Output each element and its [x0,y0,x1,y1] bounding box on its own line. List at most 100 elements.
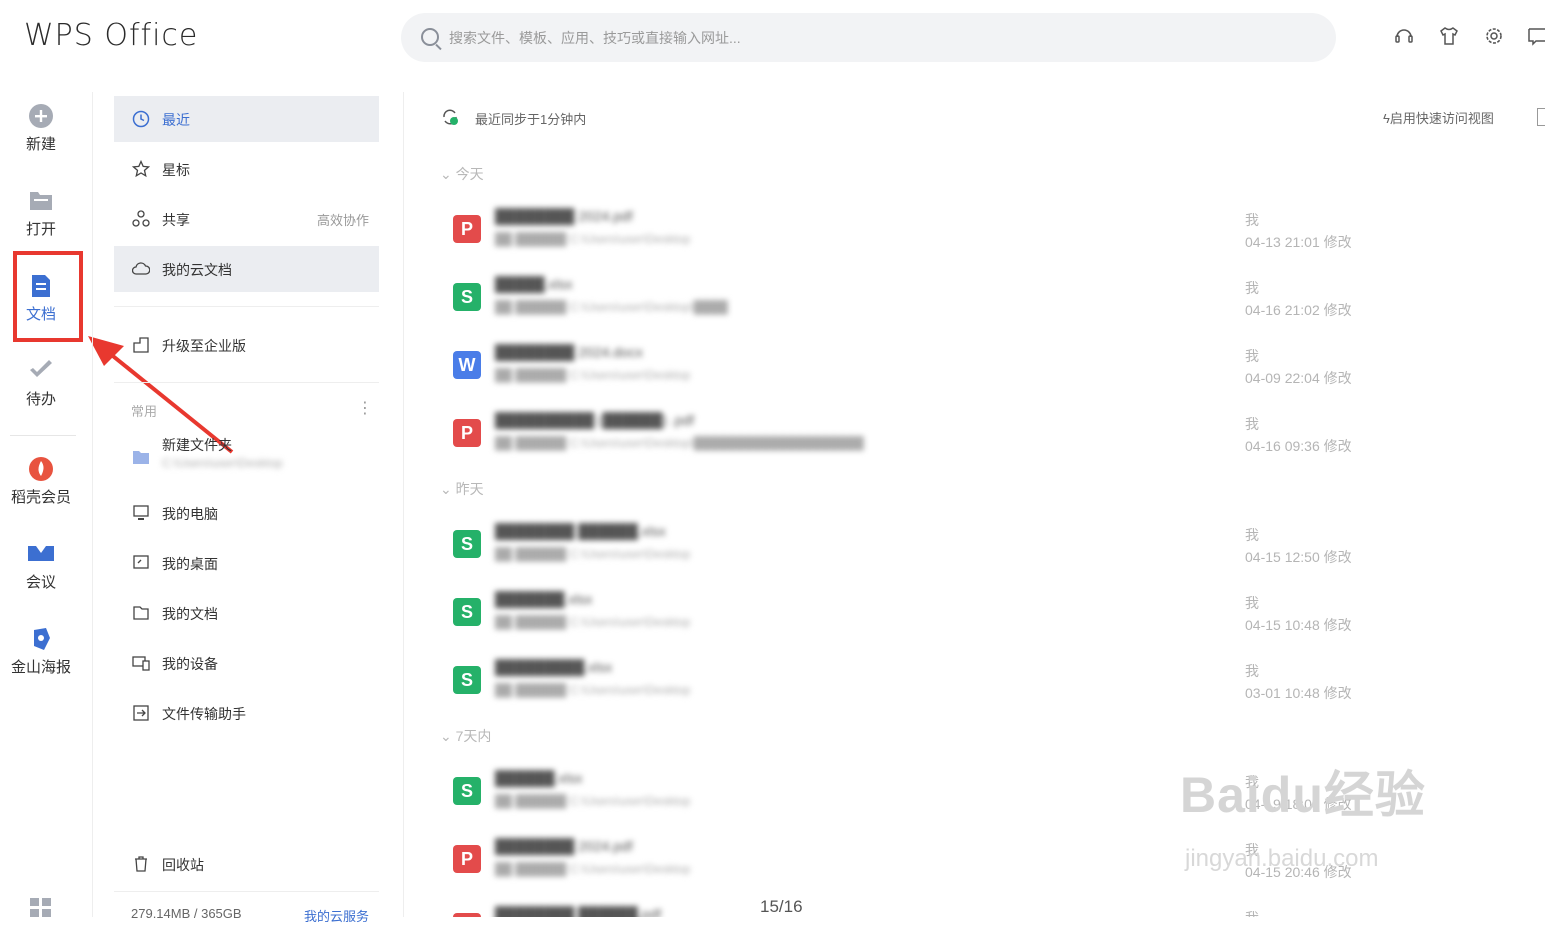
file-row[interactable]: P ████████ ██████.pdf 我 [440,898,1390,917]
rail-meeting-label: 会议 [25,574,56,591]
nav-my-pc-label: 我的电脑 [162,506,218,522]
group-yesterday-label: 昨天 [455,481,484,497]
todo-check-icon [30,360,52,377]
file-name-blurred: ████████ ██████.pdf [495,906,662,917]
search-icon [421,28,439,46]
rail-open-label: 打开 [25,221,56,238]
nav-my-docs[interactable]: 我的文档 [114,590,379,636]
pdf-file-icon: P [453,419,481,447]
word-file-icon: W [453,351,481,379]
nav-shared-label: 共享 [162,212,190,228]
rail-todo-button[interactable]: 待办 [0,358,82,409]
group-week[interactable]: ⌄ 7天内 [440,726,491,746]
feedback-icon[interactable] [1527,25,1545,47]
nav-recent-label: 最近 [162,112,190,128]
rail-divider [10,435,76,436]
cloud-service-link[interactable]: 我的云服务 [304,906,369,925]
file-path-blurred: ██ ██████ C:\Users\user\Desktop\████████… [495,436,864,450]
file-modified-time: 04-16 21:02 修改 [1245,302,1352,318]
file-name-blurred: ████████ 2024.pdf [495,208,633,224]
share-nodes-icon [132,210,150,227]
rail-new-label: 新建 [25,136,56,153]
file-row[interactable]: S ████████ ██████.xlsx ██ ██████ C:\User… [440,515,1390,583]
chevron-down-icon: ⌄ [440,481,452,497]
more-vertical-icon[interactable]: ⋮ [357,398,373,418]
layout-toggle-icon[interactable] [1537,108,1545,126]
app-logo: WPS Office [24,18,199,53]
nav-starred[interactable]: 星标 [114,146,379,192]
nav-new-folder-label: 新建文件夹 [162,437,232,453]
file-name-blurred: ███████.xlsx [495,591,593,607]
quick-view-button[interactable]: ϟ启用快速访问视图 [1383,108,1494,127]
nav-shared[interactable]: 共享 高效协作 [114,196,379,242]
enterprise-icon [133,337,149,353]
nav-my-desktop[interactable]: 我的桌面 [114,540,379,586]
nav-upgrade[interactable]: 升级至企业版 [114,322,379,368]
file-row[interactable]: S █████████.xlsx ██ ██████ C:\Users\user… [440,651,1390,719]
highlight-box [13,251,83,342]
file-path-blurred: ██ ██████ C:\Users\user\Desktop [495,547,691,561]
file-row[interactable]: P ████████ 2024.pdf ██ ██████ C:\Users\u… [440,200,1390,268]
file-row[interactable]: P ██████████ (██████) .pdf ██ ██████ C:\… [440,404,1390,472]
file-row[interactable]: W ████████ 2024.docx ██ ██████ C:\Users\… [440,336,1390,404]
nav-my-pc[interactable]: 我的电脑 [114,490,379,536]
file-name-blurred: ████████ 2024.docx [495,344,643,360]
nav-starred-label: 星标 [162,162,190,178]
rail-poster-button[interactable]: 金山海报 [0,626,82,677]
nav-separator [114,306,379,307]
chevron-down-icon: ⌄ [440,728,452,744]
common-header: 常用 [131,404,158,419]
rail-poster-label: 金山海报 [10,659,71,676]
file-modified-time: 04-15 10:48 修改 [1245,617,1352,633]
nav-transfer-label: 文件传输助手 [162,706,246,722]
file-owner: 我 [1245,416,1259,432]
computer-icon [133,505,149,520]
nav-my-devices[interactable]: 我的设备 [114,640,379,686]
meeting-camera-icon [28,546,54,561]
file-modified-time: 04-09 22:04 修改 [1245,370,1352,386]
file-owner: 我 [1245,348,1259,364]
rail-new-button[interactable]: 新建 [0,103,82,154]
rail-open-button[interactable]: 打开 [0,188,82,239]
rail-member-label: 稻壳会员 [10,489,71,506]
file-name-blurred: █████████.xlsx [495,659,613,675]
desktop-icon [133,555,149,569]
settings-gear-icon[interactable] [1483,25,1505,47]
file-path-blurred: ██ ██████ C:\Users\user\Desktop [495,794,691,808]
file-owner: 我 [1245,527,1259,543]
spreadsheet-file-icon: S [453,666,481,694]
nav-transfer[interactable]: 文件传输助手 [114,690,379,736]
search-bar[interactable] [401,13,1336,62]
group-today[interactable]: ⌄ 今天 [440,164,484,184]
file-path-blurred: ██ ██████ C:\Users\user\Desktop [495,615,691,629]
baidu-watermark-url: jingyan.baidu.com [1185,845,1379,872]
group-week-label: 7天内 [455,728,492,744]
poster-icon [34,628,50,650]
file-modified-time: 03-01 10:48 修改 [1245,685,1352,701]
group-yesterday[interactable]: ⌄ 昨天 [440,479,484,499]
file-name-blurred: ████████ 2024.pdf [495,838,633,854]
skin-shirt-icon[interactable] [1438,25,1460,47]
nav-separator [114,891,379,892]
nav-recycle[interactable]: 回收站 [114,841,379,887]
headset-icon[interactable] [1393,25,1415,47]
apps-grid-icon[interactable] [30,898,52,917]
folder-path-blurred: C:\Users\user\Desktop [162,456,283,470]
nav-recent[interactable]: 最近 [114,96,379,142]
file-row[interactable]: S █████.xlsx ██ ██████ C:\Users\user\Des… [440,268,1390,336]
rail-meeting-button[interactable]: 会议 [0,541,82,592]
shortcut-folder-icon [133,451,149,464]
nav-cloud-docs[interactable]: 我的云文档 [114,246,379,292]
file-row[interactable]: S ███████.xlsx ██ ██████ C:\Users\user\D… [440,583,1390,651]
search-input[interactable] [447,25,1301,51]
my-documents-icon [133,606,149,620]
pdf-file-icon: P [453,845,481,873]
file-modified-time: 04-15 12:50 修改 [1245,549,1352,565]
nav-new-folder[interactable]: 新建文件夹 C:\Users\user\Desktop [114,428,379,478]
pdf-file-icon: P [453,215,481,243]
storage-usage: 279.14MB / 365GB [131,906,242,921]
spreadsheet-file-icon: S [453,283,481,311]
file-owner: 我 [1245,212,1259,228]
main-divider [403,92,404,917]
rail-member-button[interactable]: 稻壳会员 [0,456,82,507]
